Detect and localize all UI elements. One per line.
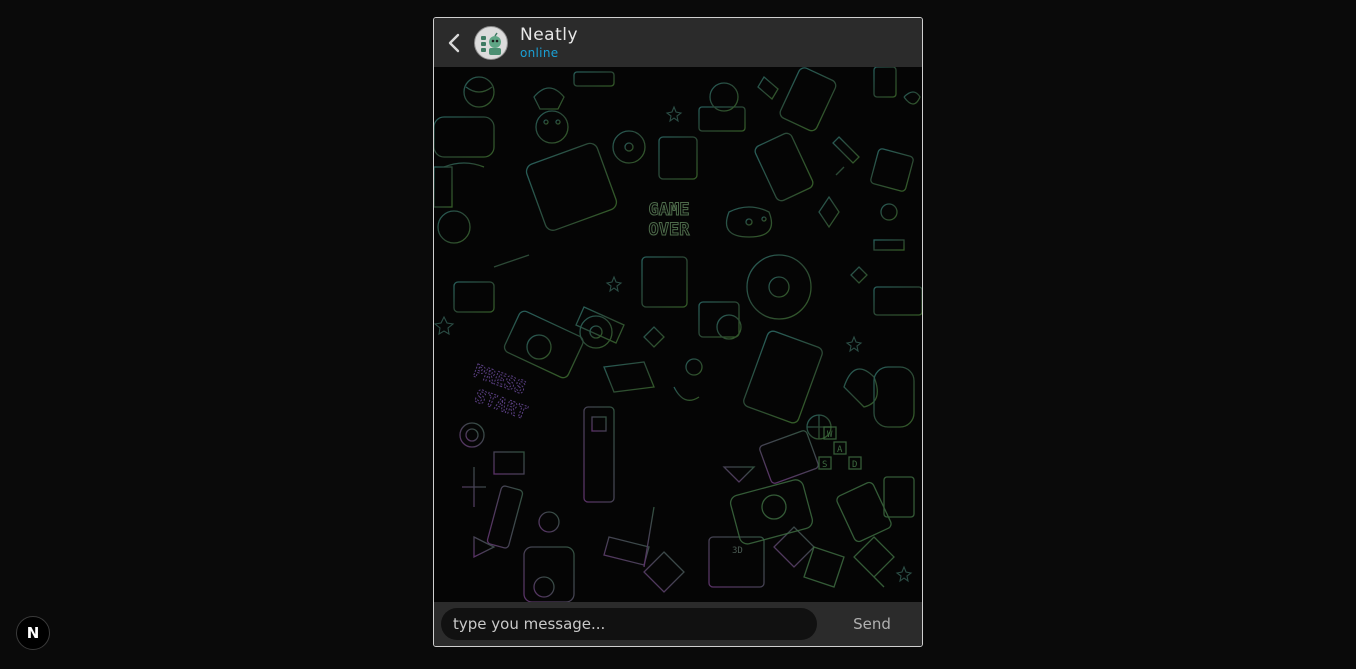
wallpaper-3d-label: 3D — [732, 546, 743, 556]
wallpaper-game-over-line1: GAME — [649, 200, 690, 220]
back-button[interactable] — [434, 18, 474, 67]
wallpaper-game-over-line2: OVER — [649, 220, 691, 240]
contact-name: Neatly — [520, 24, 579, 45]
chevron-left-icon — [448, 33, 460, 52]
svg-text:S: S — [822, 460, 827, 470]
svg-text:W: W — [827, 430, 833, 440]
chat-messages-area: GAME OVER PRESS START W A S D 3D — [434, 67, 922, 602]
message-input[interactable] — [441, 608, 817, 640]
avatar[interactable] — [474, 25, 508, 60]
contact-status: online — [520, 45, 559, 60]
chat-window: Neatly online GAME OVER PRESS START W A … — [433, 17, 923, 647]
svg-text:D: D — [852, 460, 857, 470]
wallpaper-press-start: PRESS START — [470, 360, 531, 424]
send-button[interactable]: Send — [831, 608, 913, 640]
nextjs-logo-icon: N — [26, 624, 40, 642]
chat-header: Neatly online — [434, 18, 922, 67]
svg-text:A: A — [837, 445, 843, 455]
robot-checklist-icon — [476, 27, 506, 58]
nextjs-dev-badge[interactable]: N — [16, 616, 50, 650]
doodle-wallpaper: GAME OVER PRESS START W A S D 3D — [434, 67, 922, 602]
message-composer: Send — [434, 602, 922, 646]
contact-info: Neatly online — [520, 24, 579, 60]
wallpaper-wasd-keys: W A S D — [822, 430, 857, 470]
